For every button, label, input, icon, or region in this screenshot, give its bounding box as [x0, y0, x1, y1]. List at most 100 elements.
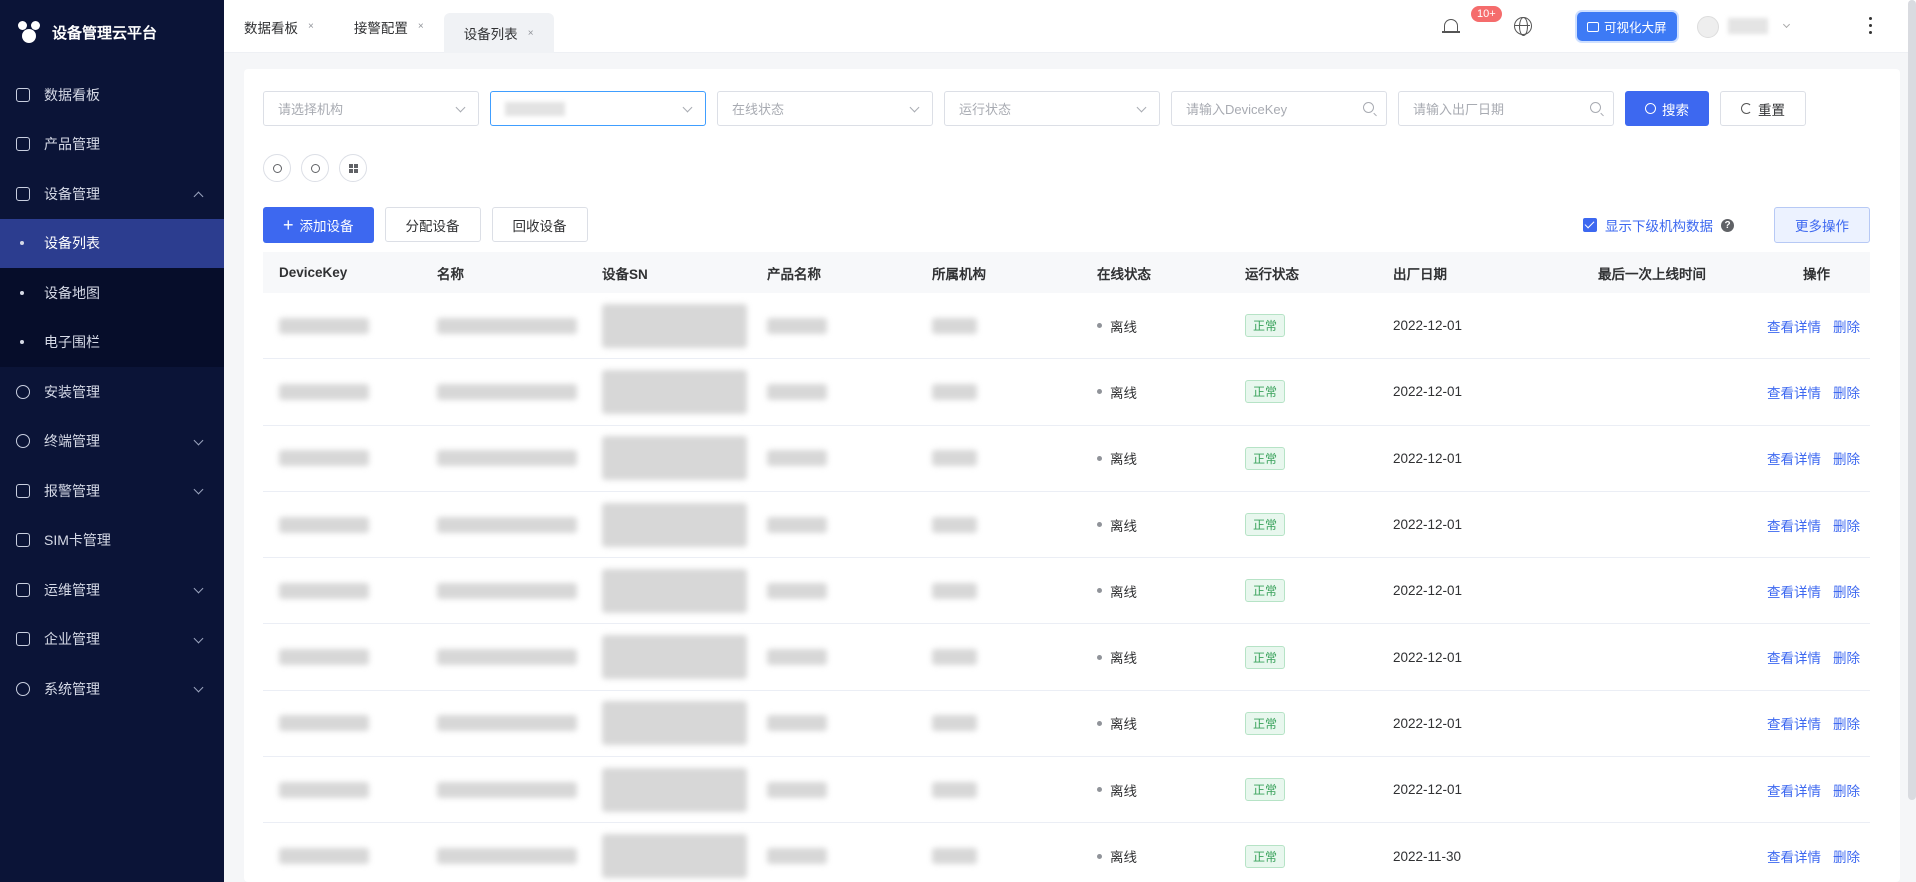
online-status: 离线 — [1110, 717, 1137, 733]
chevron-down-icon — [909, 102, 920, 113]
recycle-device-button[interactable]: 回收设备 — [491, 207, 588, 242]
status-dot-icon — [1097, 720, 1102, 726]
checkbox-checked-icon[interactable] — [1583, 218, 1597, 232]
add-device-button[interactable]: + 添加设备 — [263, 207, 374, 243]
view-details-link[interactable]: 查看详情 — [1767, 647, 1821, 667]
tab-label: 设备列表 — [463, 27, 518, 42]
sidebar-item-maintenance[interactable]: 运维管理 — [0, 565, 224, 615]
show-sub-org-label: 显示下级机构数据 — [1605, 219, 1713, 234]
column-header[interactable]: 名称 — [421, 263, 586, 283]
close-icon[interactable]: × — [308, 21, 314, 32]
sidebar-item-alarm[interactable]: 报警管理 — [0, 466, 224, 516]
tab-device-list[interactable]: 设备列表 × — [443, 13, 554, 53]
sidebar-item-enterprise[interactable]: 企业管理 — [0, 615, 224, 665]
delete-link[interactable]: 删除 — [1833, 448, 1860, 468]
devicekey-input[interactable]: 请输入DeviceKey — [1171, 91, 1387, 126]
column-header[interactable]: 出厂日期 — [1377, 263, 1582, 283]
sidebar-item-label: 终端管理 — [44, 433, 100, 450]
column-header[interactable]: 运行状态 — [1229, 263, 1377, 283]
sidebar-item-install[interactable]: 安装管理 — [0, 367, 224, 417]
sidebar-item-system[interactable]: 系统管理 — [0, 664, 224, 714]
factory-date-input[interactable]: 请输入出厂日期 — [1398, 91, 1614, 126]
sidebar-item-device-list[interactable]: 设备列表 — [0, 218, 224, 268]
sidebar-item-device-map[interactable]: 设备地图 — [0, 268, 224, 318]
scrollbar[interactable] — [1908, 0, 1916, 800]
user-name-redacted[interactable] — [1728, 18, 1768, 34]
column-header[interactable]: 产品名称 — [751, 263, 916, 283]
tab-dashboard[interactable]: 数据看板 × — [224, 0, 334, 53]
chevron-down-icon[interactable] — [1782, 20, 1791, 29]
chevron-down-icon — [193, 484, 204, 495]
table-row[interactable]: 离线 正常 2022-12-01 查看详情 删除 — [263, 492, 1870, 559]
view-details-link[interactable]: 查看详情 — [1767, 515, 1821, 535]
delete-link[interactable]: 删除 — [1833, 647, 1860, 667]
table-row[interactable]: 离线 正常 2022-12-01 查看详情 删除 — [263, 624, 1870, 691]
top-bar: 数据看板 × 接警配置 × 设备列表 × 10+ 可视化大屏 — [224, 0, 1916, 53]
run-status-select[interactable]: 运行状态 — [944, 91, 1160, 126]
delete-link[interactable]: 删除 — [1833, 846, 1860, 866]
column-header[interactable]: 所属机构 — [916, 263, 1081, 283]
sidebar-item-terminal[interactable]: 终端管理 — [0, 417, 224, 467]
layers-icon — [16, 186, 30, 201]
search-button[interactable]: 搜索 — [1625, 91, 1709, 126]
table-row[interactable]: 离线 正常 2022-11-30 查看详情 删除 — [263, 823, 1870, 882]
column-header[interactable]: 设备SN — [586, 263, 751, 283]
search-icon — [1590, 102, 1601, 113]
tab-alarm-config[interactable]: 接警配置 × — [334, 0, 444, 53]
search-icon — [1363, 102, 1374, 113]
online-status: 离线 — [1110, 850, 1137, 866]
redacted-org — [932, 715, 977, 732]
view-details-link[interactable]: 查看详情 — [1767, 316, 1821, 336]
online-status-select[interactable]: 在线状态 — [717, 91, 933, 126]
sidebar-item-devices[interactable]: 设备管理 — [0, 169, 224, 219]
avatar[interactable] — [1697, 16, 1719, 38]
table-row[interactable]: 离线 正常 2022-12-01 查看详情 删除 — [263, 359, 1870, 426]
assign-device-button[interactable]: 分配设备 — [384, 207, 481, 242]
delete-link[interactable]: 删除 — [1833, 382, 1860, 402]
delete-link[interactable]: 删除 — [1833, 581, 1860, 601]
columns-button[interactable] — [339, 154, 367, 182]
chevron-down-icon — [193, 682, 204, 693]
column-header[interactable]: 最后一次上线时间 — [1582, 263, 1742, 283]
factory-date: 2022-12-01 — [1393, 517, 1463, 533]
close-icon[interactable]: × — [528, 28, 534, 39]
help-icon[interactable]: ? — [1721, 218, 1734, 232]
more-vertical-icon[interactable] — [1869, 17, 1873, 35]
globe-icon[interactable] — [1514, 17, 1532, 36]
view-details-link[interactable]: 查看详情 — [1767, 448, 1821, 468]
toggle-search-button[interactable] — [263, 154, 291, 182]
view-details-link[interactable]: 查看详情 — [1767, 713, 1821, 733]
redacted-sn — [602, 369, 747, 414]
org-select[interactable]: 请选择机构 — [263, 91, 479, 126]
reset-button[interactable]: 重置 — [1720, 91, 1806, 126]
show-sub-org-checkbox[interactable]: 显示下级机构数据 ? — [1583, 215, 1734, 235]
org-sub-select[interactable] — [490, 91, 706, 126]
bell-icon[interactable] — [1442, 16, 1460, 36]
view-details-link[interactable]: 查看详情 — [1767, 846, 1821, 866]
view-details-link[interactable]: 查看详情 — [1767, 382, 1821, 402]
close-icon[interactable]: × — [418, 21, 424, 32]
sidebar-item-geofence[interactable]: 电子围栏 — [0, 317, 224, 367]
table-row[interactable]: 离线 正常 2022-12-01 查看详情 删除 — [263, 691, 1870, 758]
table-row[interactable]: 离线 正常 2022-12-01 查看详情 删除 — [263, 293, 1870, 360]
refresh-button[interactable] — [301, 154, 329, 182]
table-row[interactable]: 离线 正常 2022-12-01 查看详情 删除 — [263, 426, 1870, 492]
delete-link[interactable]: 删除 — [1833, 316, 1860, 336]
delete-link[interactable]: 删除 — [1833, 713, 1860, 733]
delete-link[interactable]: 删除 — [1833, 780, 1860, 800]
column-header[interactable]: 在线状态 — [1081, 263, 1229, 283]
column-header[interactable]: DeviceKey — [263, 265, 421, 280]
table-row[interactable]: 离线 正常 2022-12-01 查看详情 删除 — [263, 558, 1870, 625]
more-actions-button[interactable]: 更多操作 — [1774, 207, 1870, 243]
alarm-icon — [16, 483, 30, 498]
view-details-link[interactable]: 查看详情 — [1767, 780, 1821, 800]
sidebar-item-sim[interactable]: SIM卡管理 — [0, 516, 224, 566]
redacted-name — [437, 450, 577, 467]
visualization-screen-button[interactable]: 可视化大屏 — [1577, 12, 1677, 41]
view-details-link[interactable]: 查看详情 — [1767, 581, 1821, 601]
redacted-org — [932, 317, 977, 334]
sidebar-item-products[interactable]: 产品管理 — [0, 120, 224, 170]
table-row[interactable]: 离线 正常 2022-12-01 查看详情 删除 — [263, 757, 1870, 824]
sidebar-item-dashboard[interactable]: 数据看板 — [0, 70, 224, 120]
delete-link[interactable]: 删除 — [1833, 515, 1860, 535]
